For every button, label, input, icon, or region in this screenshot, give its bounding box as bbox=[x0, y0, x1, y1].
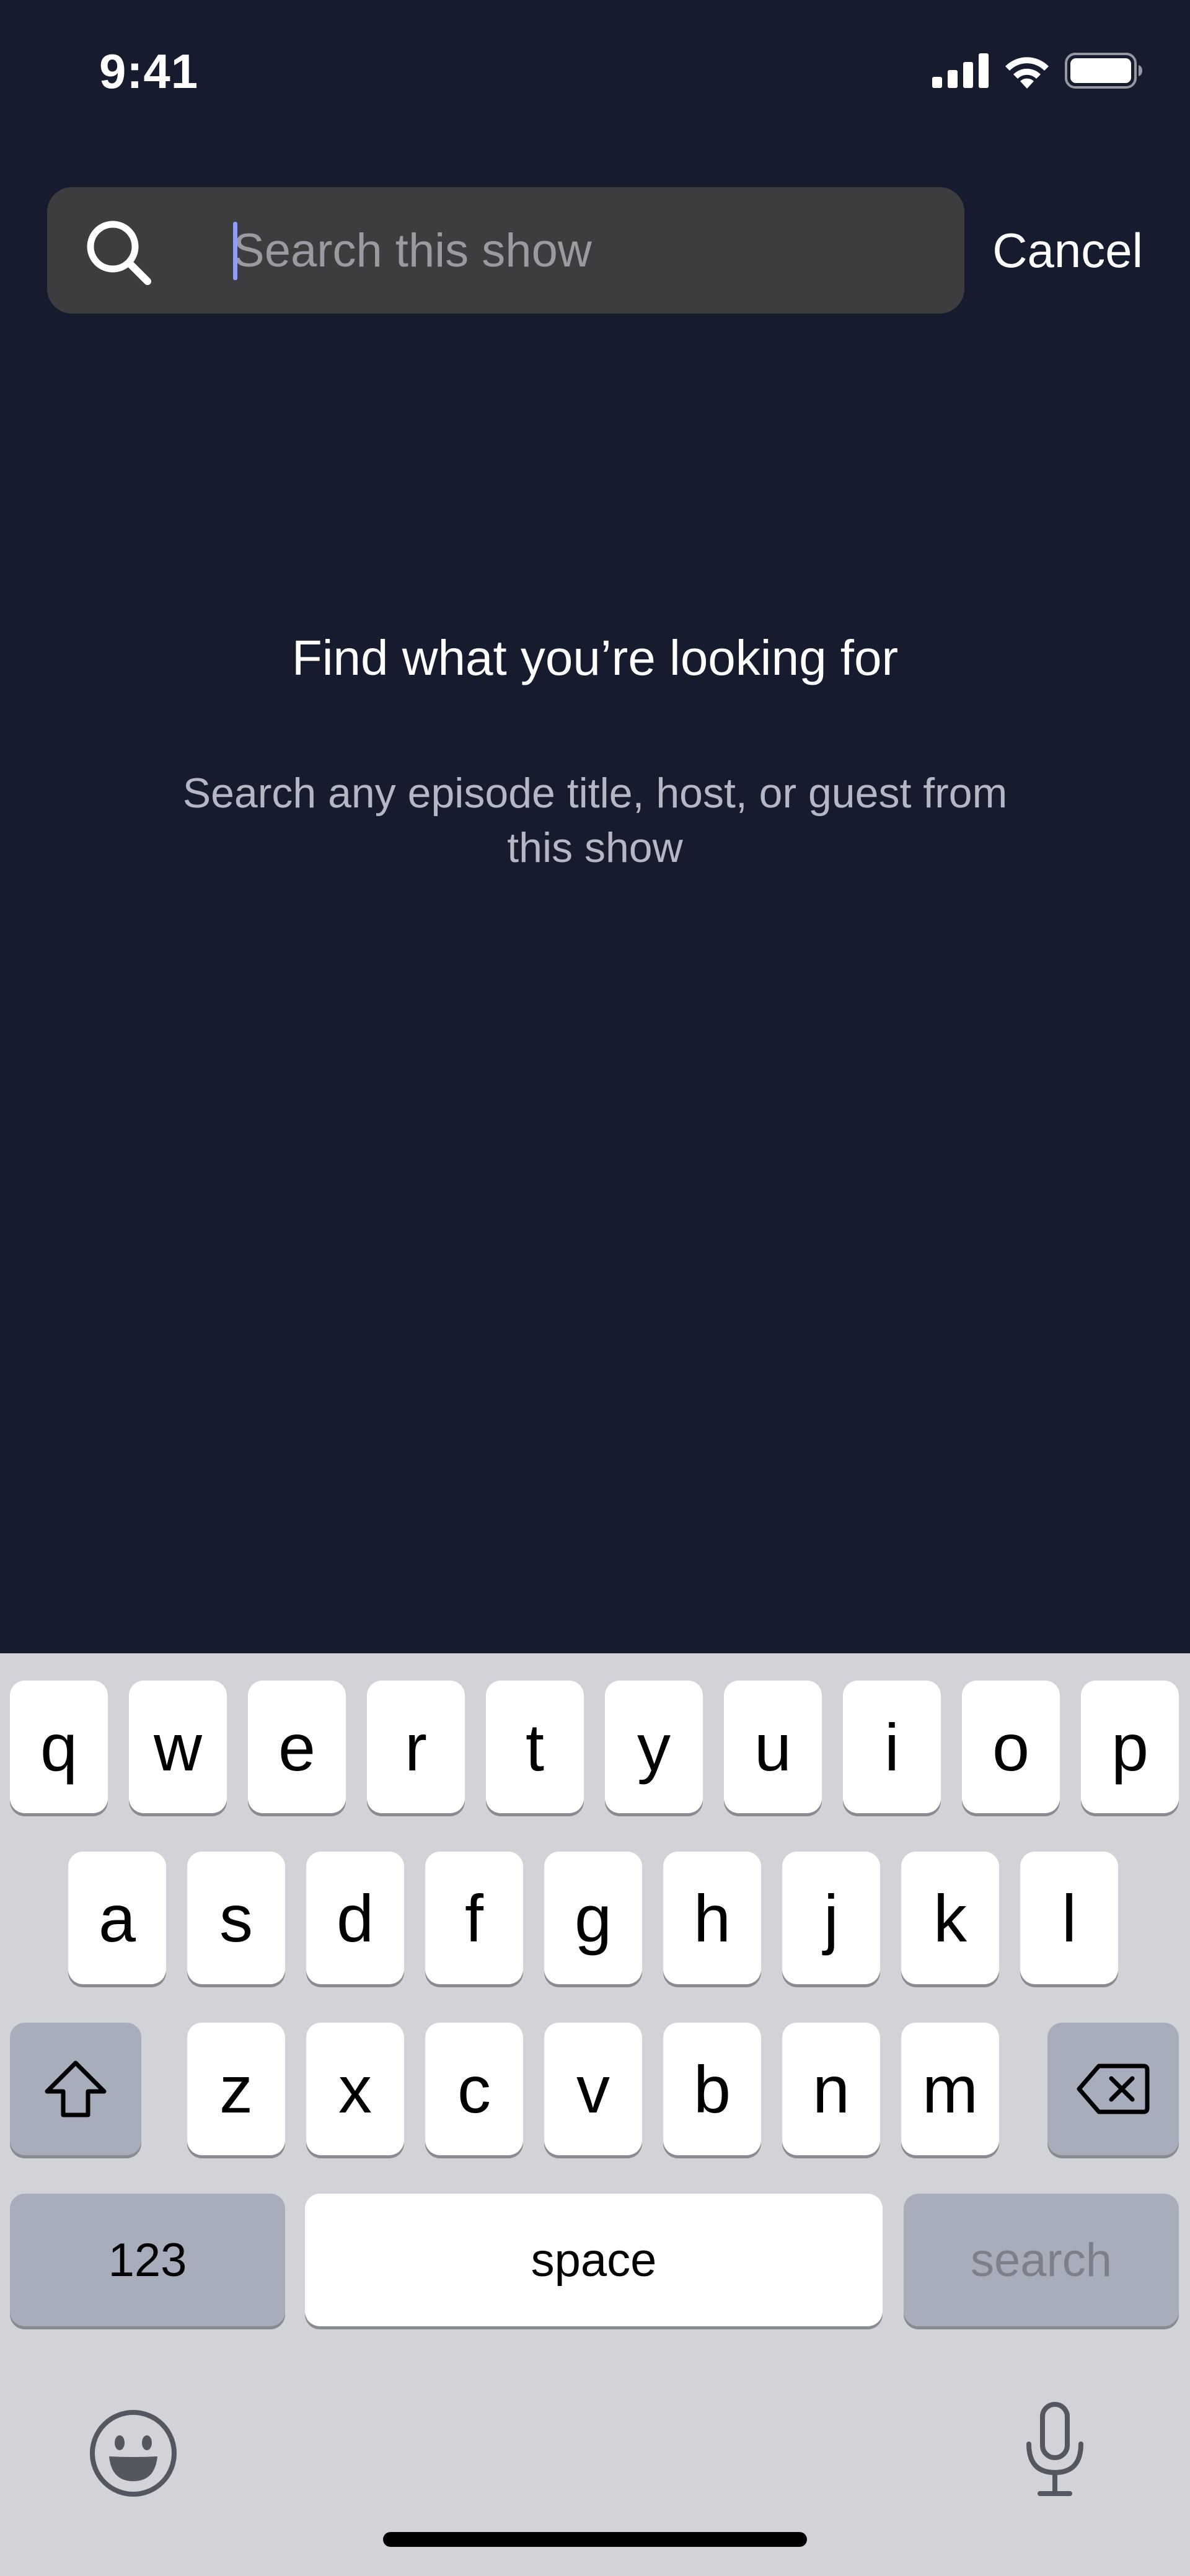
key-i[interactable]: i bbox=[843, 1681, 941, 1813]
key-t[interactable]: t bbox=[486, 1681, 584, 1813]
key-z[interactable]: z bbox=[187, 2023, 285, 2155]
key-x[interactable]: x bbox=[306, 2023, 404, 2155]
keyboard: q w e r t y u i o p a s d f g h j k l z … bbox=[0, 1653, 1190, 2576]
key-j[interactable]: j bbox=[782, 1852, 880, 1984]
emoji-icon[interactable] bbox=[88, 2408, 178, 2502]
battery-icon bbox=[1065, 52, 1143, 92]
search-icon bbox=[84, 218, 152, 286]
key-g[interactable]: g bbox=[544, 1852, 642, 1984]
home-indicator bbox=[383, 2532, 807, 2547]
space-key[interactable]: space bbox=[305, 2194, 883, 2326]
key-b[interactable]: b bbox=[663, 2023, 761, 2155]
status-bar: 9:41 bbox=[0, 0, 1190, 149]
cellular-signal-icon bbox=[932, 53, 989, 91]
key-a[interactable]: a bbox=[68, 1852, 166, 1984]
key-u[interactable]: u bbox=[724, 1681, 822, 1813]
key-q[interactable]: q bbox=[10, 1681, 108, 1813]
search-screen: 9:41 Search this show Cancel Find what y… bbox=[0, 0, 1190, 2576]
shift-key[interactable] bbox=[10, 2023, 141, 2155]
key-v[interactable]: v bbox=[544, 2023, 642, 2155]
key-w[interactable]: w bbox=[129, 1681, 227, 1813]
key-c[interactable]: c bbox=[425, 2023, 523, 2155]
key-m[interactable]: m bbox=[901, 2023, 999, 2155]
key-l[interactable]: l bbox=[1020, 1852, 1118, 1984]
key-d[interactable]: d bbox=[306, 1852, 404, 1984]
key-p[interactable]: p bbox=[1081, 1681, 1179, 1813]
search-input[interactable] bbox=[233, 187, 946, 314]
search-field[interactable] bbox=[47, 187, 964, 314]
empty-state-title: Find what you’re looking for bbox=[291, 630, 899, 685]
key-s[interactable]: s bbox=[187, 1852, 285, 1984]
status-icons bbox=[932, 52, 1143, 92]
key-n[interactable]: n bbox=[782, 2023, 880, 2155]
empty-state-subtitle: Search any episode title, host, or guest… bbox=[182, 770, 1008, 871]
text-caret bbox=[233, 222, 237, 280]
backspace-icon bbox=[1077, 2062, 1150, 2116]
status-time: 9:41 bbox=[99, 44, 199, 99]
search-key[interactable]: search bbox=[904, 2194, 1179, 2326]
key-y[interactable]: y bbox=[605, 1681, 703, 1813]
key-h[interactable]: h bbox=[663, 1852, 761, 1984]
wifi-icon bbox=[1003, 53, 1051, 92]
key-o[interactable]: o bbox=[962, 1681, 1060, 1813]
key-r[interactable]: r bbox=[367, 1681, 465, 1813]
key-f[interactable]: f bbox=[425, 1852, 523, 1984]
microphone-icon[interactable] bbox=[1023, 2401, 1087, 2502]
backspace-key[interactable] bbox=[1047, 2023, 1179, 2155]
key-e[interactable]: e bbox=[248, 1681, 346, 1813]
shift-icon bbox=[43, 2059, 108, 2119]
key-k[interactable]: k bbox=[901, 1852, 999, 1984]
numbers-key[interactable]: 123 bbox=[10, 2194, 285, 2326]
cancel-button[interactable]: Cancel bbox=[990, 187, 1143, 314]
